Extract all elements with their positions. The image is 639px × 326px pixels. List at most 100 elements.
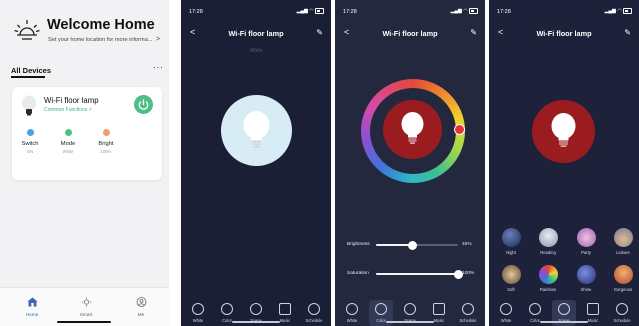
scene-label: Leisure (616, 250, 630, 255)
device-title: Wi-Fi floor lamp (536, 29, 592, 38)
scene-label: Soft (507, 287, 515, 292)
scene-night[interactable]: Night (496, 228, 526, 255)
saturation-label: Saturation (347, 271, 369, 276)
clock-icon (308, 303, 320, 315)
battery-icon (623, 8, 632, 14)
battery-icon (469, 8, 478, 14)
mode-label: Schedule (305, 318, 323, 323)
device-color-screen: 17:28 ▂▄▆ ◠ < Wi-Fi floor lamp ✎ Brightn… (335, 0, 485, 326)
scene-gorgeous[interactable]: Gorgeous (608, 265, 638, 292)
lamp-preview[interactable] (383, 100, 442, 159)
tab-me[interactable]: Me (121, 294, 161, 318)
bulb-icon (401, 112, 424, 144)
mode-scene[interactable]: Scene (244, 303, 268, 323)
mode-label: Schedule (459, 318, 477, 323)
mode-music[interactable]: Music (427, 303, 451, 323)
scene-icon (558, 303, 570, 315)
lamp-preview[interactable] (221, 95, 292, 166)
feature-label: Bright (98, 141, 114, 147)
mode-schedule[interactable]: Schedule (456, 303, 480, 323)
home-icon (27, 297, 37, 307)
device-title: Wi-Fi floor lamp (382, 29, 438, 38)
home-indicator (57, 321, 111, 323)
more-icon[interactable]: ··· (153, 62, 164, 72)
mode-label: White (192, 318, 204, 323)
edit-icon[interactable]: ✎ (624, 28, 631, 37)
tab-all-devices[interactable]: All Devices (11, 66, 51, 75)
brightness-knob[interactable] (408, 240, 418, 250)
chevron-right-icon[interactable]: > (156, 36, 160, 43)
switch-icon (26, 129, 34, 136)
saturation-value: 100% (462, 271, 475, 276)
music-icon (433, 303, 445, 315)
mode-color[interactable]: Color (523, 303, 547, 323)
feature-value: 100% (100, 149, 112, 154)
tab-home[interactable]: Home (12, 294, 52, 318)
power-button[interactable] (134, 95, 153, 114)
scene-party[interactable]: Party (571, 228, 601, 255)
scene-soft[interactable]: Soft (496, 265, 526, 292)
bulb-icon (22, 95, 36, 116)
location-hint[interactable]: Set your home location for more informa.… (48, 37, 152, 43)
bulb-icon (551, 113, 576, 147)
scene-shine[interactable]: Shine (571, 265, 601, 292)
clock-icon (616, 303, 628, 315)
feature-value: White (62, 149, 74, 154)
status-time: 17:28 (189, 9, 203, 15)
scene-label: Rainbow (539, 287, 557, 292)
reading-scene-icon (538, 228, 558, 247)
signal-icon: ▂▄▆ (296, 8, 308, 15)
mode-color[interactable]: Color (215, 303, 239, 323)
signal-icon: ▂▄▆ (450, 8, 462, 15)
bulb-icon (243, 111, 270, 148)
mode-schedule[interactable]: Schedule (302, 303, 326, 323)
night-scene-icon (501, 228, 521, 247)
scene-rainbow[interactable]: Rainbow (533, 265, 563, 292)
scene-icon (250, 303, 262, 315)
mode-label: Schedule (613, 318, 631, 323)
lamp-preview[interactable] (532, 100, 595, 163)
mode-label: White (346, 318, 358, 323)
mode-white[interactable]: White (186, 303, 210, 323)
brightness-icon (102, 129, 110, 136)
shine-scene-icon (576, 265, 596, 284)
device-name: Wi-Fi floor lamp (44, 96, 99, 105)
sun-icon (14, 20, 40, 40)
scene-icon (404, 303, 416, 315)
mode-music[interactable]: Music (273, 303, 297, 323)
mode-schedule[interactable]: Schedule (610, 303, 634, 323)
color-picker-handle[interactable] (454, 124, 465, 135)
common-functions-link[interactable]: Common Functions > (44, 107, 92, 113)
saturation-slider[interactable] (376, 269, 463, 279)
mode-scene[interactable]: Scene (398, 303, 422, 323)
brightness-slider[interactable] (376, 240, 458, 250)
tab-smart[interactable]: Smart (66, 294, 106, 318)
scene-label: Night (506, 250, 516, 255)
status-icons: ▂▄▆ ◠ (297, 8, 324, 14)
scene-leisure[interactable]: Leisure (608, 228, 638, 255)
device-card[interactable]: Wi-Fi floor lamp Common Functions > Swit… (12, 87, 162, 180)
feature-mode[interactable]: Mode White (53, 129, 83, 154)
mode-white[interactable]: White (340, 303, 364, 323)
music-icon (279, 303, 291, 315)
edit-icon[interactable]: ✎ (316, 28, 323, 37)
color-palette-icon (375, 303, 387, 315)
brightness-fill (376, 244, 413, 246)
scene-reading[interactable]: Reading (533, 228, 563, 255)
feature-label: Switch (21, 141, 39, 147)
feature-switch[interactable]: Switch ON (15, 129, 45, 154)
device-scene-screen: 17:28 ▂▄▆ ◠ < Wi-Fi floor lamp ✎ Night R… (489, 0, 639, 326)
signal-icon: ▂▄▆ (604, 8, 616, 15)
mode-music[interactable]: Music (581, 303, 605, 323)
scene-label: Party (581, 250, 591, 255)
rainbow-scene-icon (538, 265, 558, 284)
white-mode-icon (192, 303, 204, 315)
status-icons: ▂▄▆ ◠ (605, 8, 632, 14)
edit-icon[interactable]: ✎ (470, 28, 477, 37)
mode-white[interactable]: White (494, 303, 518, 323)
home-indicator (232, 321, 280, 323)
feature-bright[interactable]: Bright 100% (91, 129, 121, 154)
device-title: Wi-Fi floor lamp (228, 29, 284, 38)
tab-underline (11, 76, 45, 78)
mode-label: White (500, 318, 512, 323)
